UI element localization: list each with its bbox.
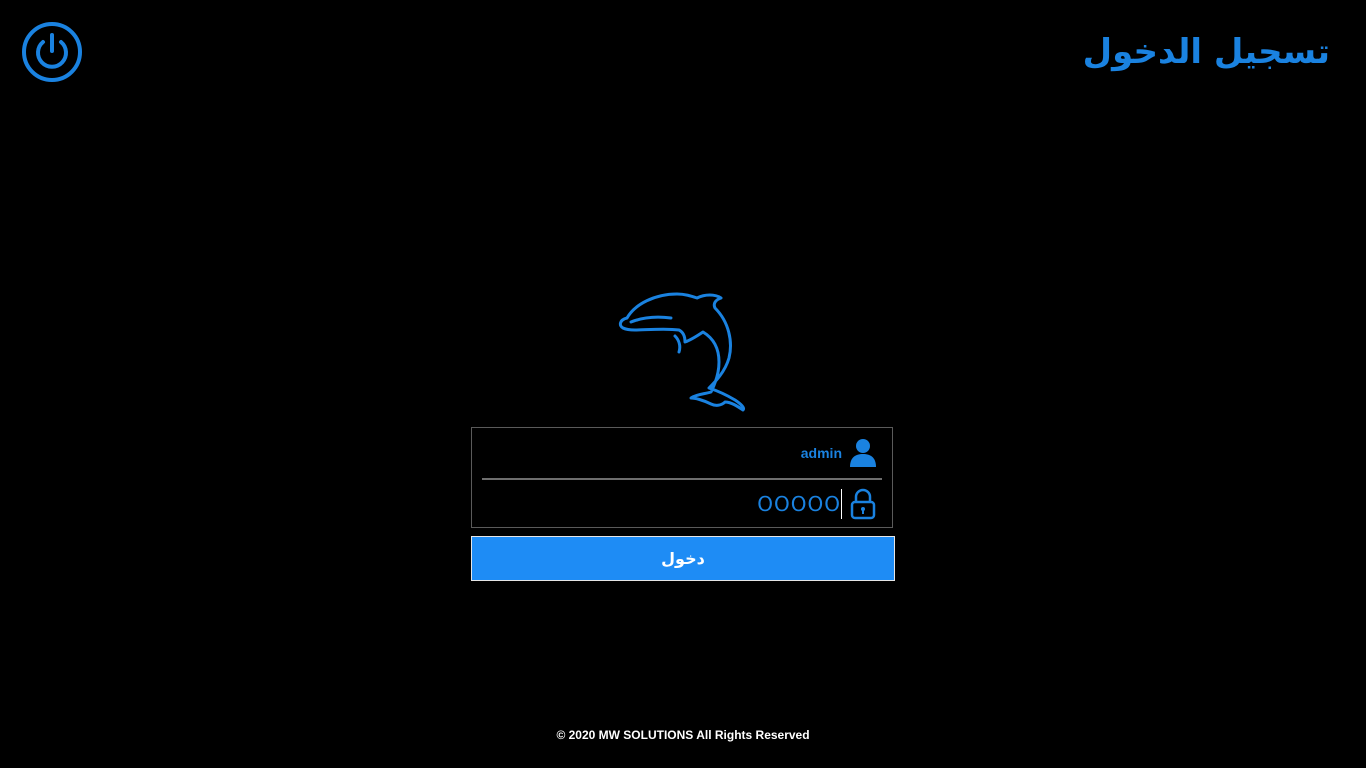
username-value[interactable]: admin [801,445,842,461]
dolphin-logo [615,290,751,414]
text-caret [841,489,842,519]
power-button[interactable] [20,20,84,84]
login-button[interactable]: دخول [471,536,895,581]
login-page: تسجيل الدخول admin OOOOO دخول © 2020 MW … [0,0,1366,768]
copyright-footer: © 2020 MW SOLUTIONS All Rights Reserved [556,728,810,742]
power-icon [22,22,82,82]
login-form: admin OOOOO [471,427,893,528]
dolphin-icon [618,292,745,412]
lock-icon [848,488,878,520]
password-field[interactable]: OOOOO [482,479,882,529]
password-mask[interactable]: OOOOO [757,492,841,516]
page-title: تسجيل الدخول [1082,32,1330,72]
user-icon [848,437,878,469]
username-field[interactable]: admin [482,428,882,478]
